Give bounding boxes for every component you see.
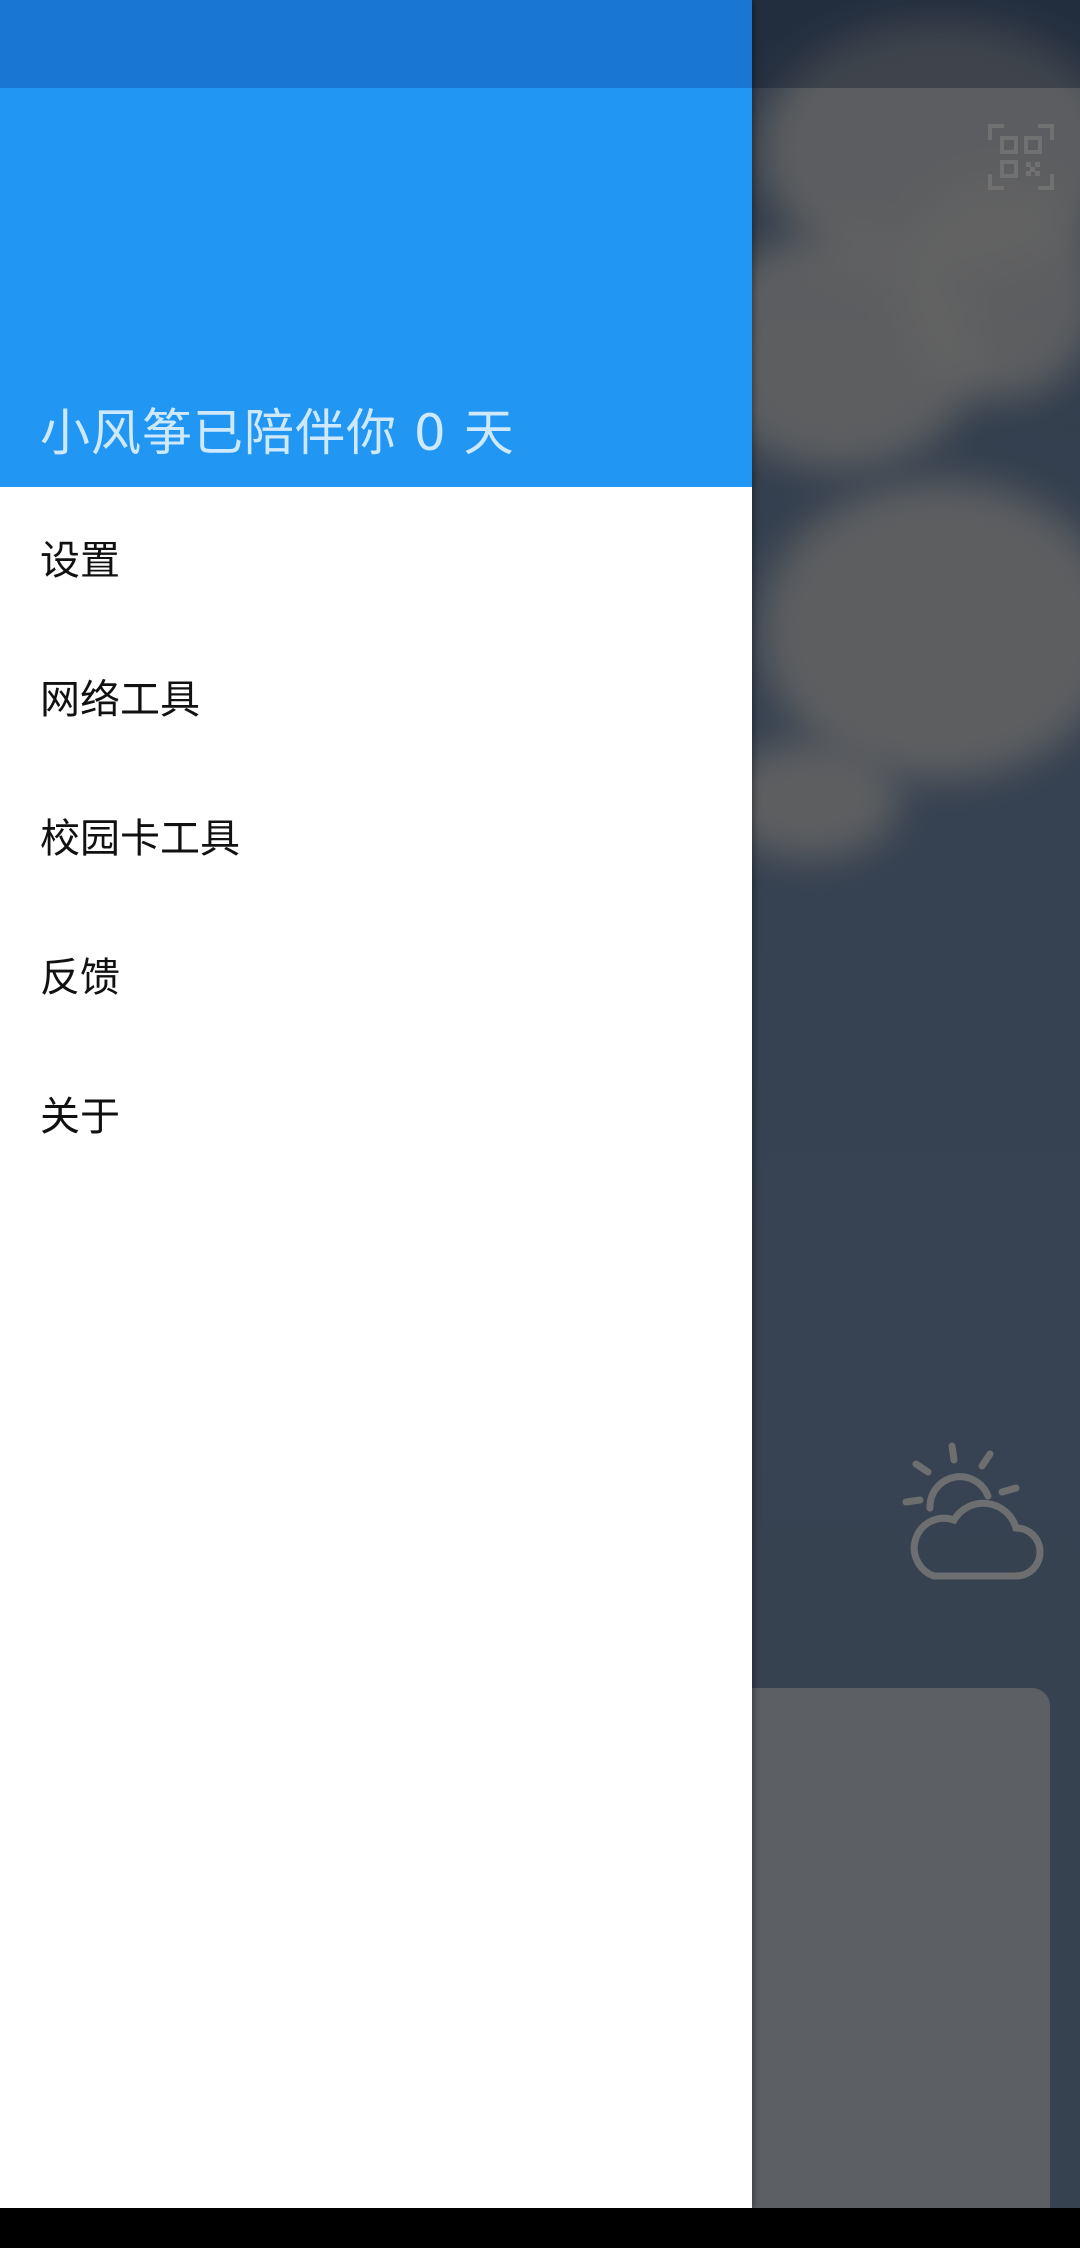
drawer-header: 小风筝已陪伴你 0 天 [0,88,752,487]
drawer-menu: 设置 网络工具 校园卡工具 反馈 关于 [0,487,752,1182]
menu-item-campus-card-tools[interactable]: 校园卡工具 [0,765,752,904]
menu-item-network-tools[interactable]: 网络工具 [0,626,752,765]
navigation-drawer: 小风筝已陪伴你 0 天 设置 网络工具 校园卡工具 反馈 关于 [0,0,752,2208]
menu-item-feedback[interactable]: 反馈 [0,904,752,1043]
menu-item-settings[interactable]: 设置 [0,487,752,626]
drawer-status-bar [0,0,752,88]
navigation-bar [0,2208,1080,2248]
menu-item-about[interactable]: 关于 [0,1043,752,1182]
header-title: 小风筝已陪伴你 0 天 [40,404,515,462]
